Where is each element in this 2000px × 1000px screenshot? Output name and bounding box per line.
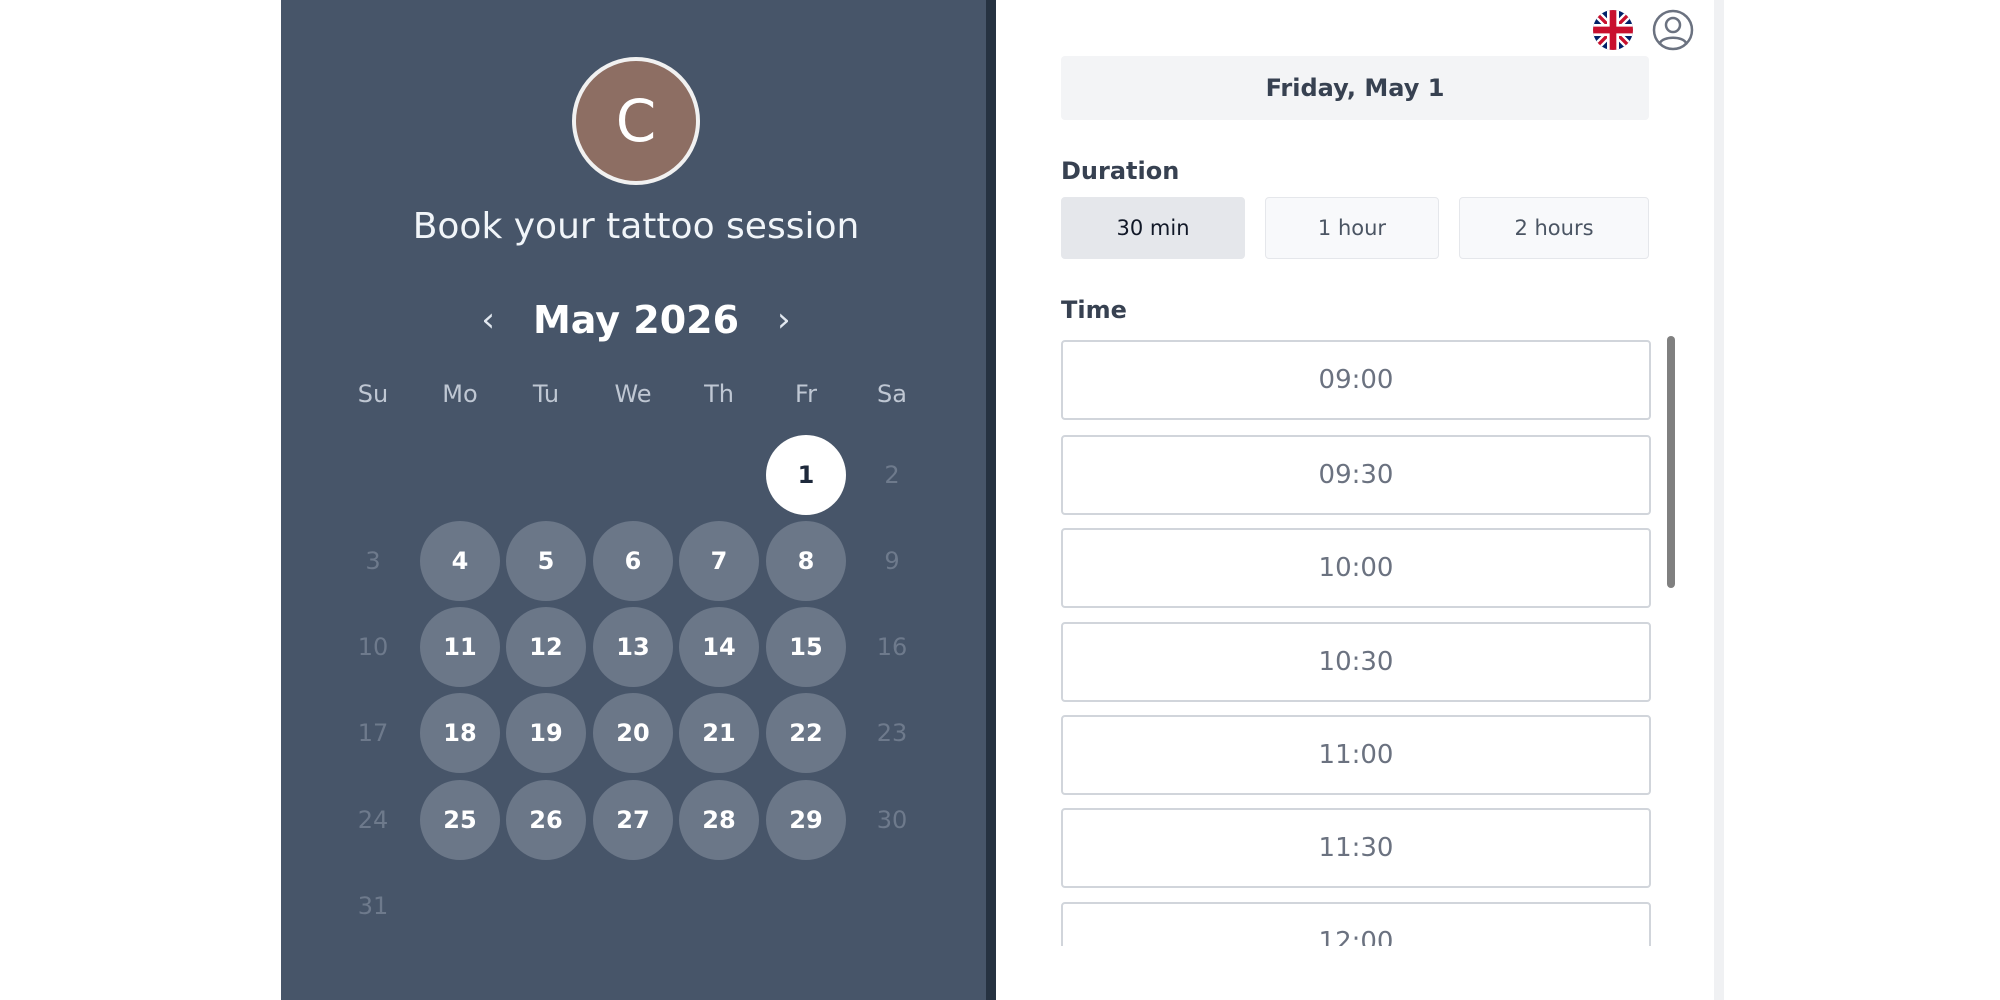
chevron-left-icon[interactable]: ‹ <box>481 303 495 337</box>
time-slot[interactable]: 11:00 <box>1061 715 1651 795</box>
calendar-day[interactable]: 12 <box>506 607 586 687</box>
time-slot[interactable]: 09:00 <box>1061 340 1651 420</box>
calendar-day[interactable]: 14 <box>679 607 759 687</box>
avatar-initial: C <box>615 87 657 155</box>
selected-date-heading: Friday, May 1 <box>1061 56 1649 120</box>
chevron-right-icon[interactable]: › <box>777 303 791 337</box>
calendar-day[interactable]: 26 <box>506 780 586 860</box>
calendar-day[interactable]: 6 <box>593 521 673 601</box>
calendar-day[interactable]: 5 <box>506 521 586 601</box>
calendar-day[interactable]: 27 <box>593 780 673 860</box>
calendar-day[interactable]: 19 <box>506 693 586 773</box>
weekday-header: We <box>614 380 652 408</box>
calendar-day: 2 <box>884 461 900 489</box>
time-slot[interactable]: 12:00 <box>1061 902 1651 946</box>
calendar-day: 31 <box>357 892 389 920</box>
calendar-day: 16 <box>876 633 908 661</box>
weekday-header: Fr <box>795 380 817 408</box>
time-list-scrollbar[interactable] <box>1667 336 1675 588</box>
uk-flag-icon[interactable] <box>1593 10 1633 50</box>
time-slot[interactable]: 10:00 <box>1061 528 1651 608</box>
calendar-day[interactable]: 29 <box>766 780 846 860</box>
calendar-day: 3 <box>365 547 381 575</box>
weekday-header: Su <box>357 380 389 408</box>
calendar-day[interactable]: 28 <box>679 780 759 860</box>
calendar-day: 10 <box>357 633 389 661</box>
month-navigation: ‹ May 2026 › <box>291 290 981 350</box>
account-circle-icon[interactable] <box>1651 8 1695 52</box>
month-title: May 2026 <box>532 298 740 342</box>
calendar-day[interactable]: 4 <box>420 521 500 601</box>
calendar-day[interactable]: 13 <box>593 607 673 687</box>
calendar-day[interactable]: 20 <box>593 693 673 773</box>
time-label: Time <box>1061 296 1127 324</box>
time-slot[interactable]: 11:30 <box>1061 808 1651 888</box>
calendar-day: 23 <box>876 719 908 747</box>
calendar-day[interactable]: 18 <box>420 693 500 773</box>
calendar-day[interactable]: 7 <box>679 521 759 601</box>
calendar-day: 17 <box>357 719 389 747</box>
calendar-day: 24 <box>357 806 389 834</box>
duration-2hours-button[interactable]: 2 hours <box>1459 197 1649 259</box>
weekday-header: Tu <box>532 380 560 408</box>
duration-30min-button[interactable]: 30 min <box>1061 197 1245 259</box>
avatar: C <box>572 57 700 185</box>
duration-1hour-button[interactable]: 1 hour <box>1265 197 1439 259</box>
page-title: Book your tattoo session <box>412 206 860 247</box>
calendar-day: 9 <box>884 547 900 575</box>
calendar-day[interactable]: 15 <box>766 607 846 687</box>
calendar-day-selected[interactable]: 1 <box>766 435 846 515</box>
calendar-day[interactable]: 25 <box>420 780 500 860</box>
panel-divider <box>986 0 996 1000</box>
time-slot[interactable]: 10:30 <box>1061 622 1651 702</box>
calendar-day[interactable]: 8 <box>766 521 846 601</box>
weekday-header: Mo <box>442 380 478 408</box>
weekday-header: Sa <box>877 380 907 408</box>
page-edge <box>1714 0 1724 1000</box>
calendar-day[interactable]: 21 <box>679 693 759 773</box>
time-slot-list[interactable]: 09:00 09:30 10:00 10:30 11:00 11:30 12:0… <box>1061 340 1651 946</box>
time-slot[interactable]: 09:30 <box>1061 435 1651 515</box>
calendar-day: 30 <box>876 806 908 834</box>
calendar-day[interactable]: 11 <box>420 607 500 687</box>
weekday-header: Th <box>704 380 734 408</box>
duration-label: Duration <box>1061 157 1180 185</box>
calendar-day[interactable]: 22 <box>766 693 846 773</box>
